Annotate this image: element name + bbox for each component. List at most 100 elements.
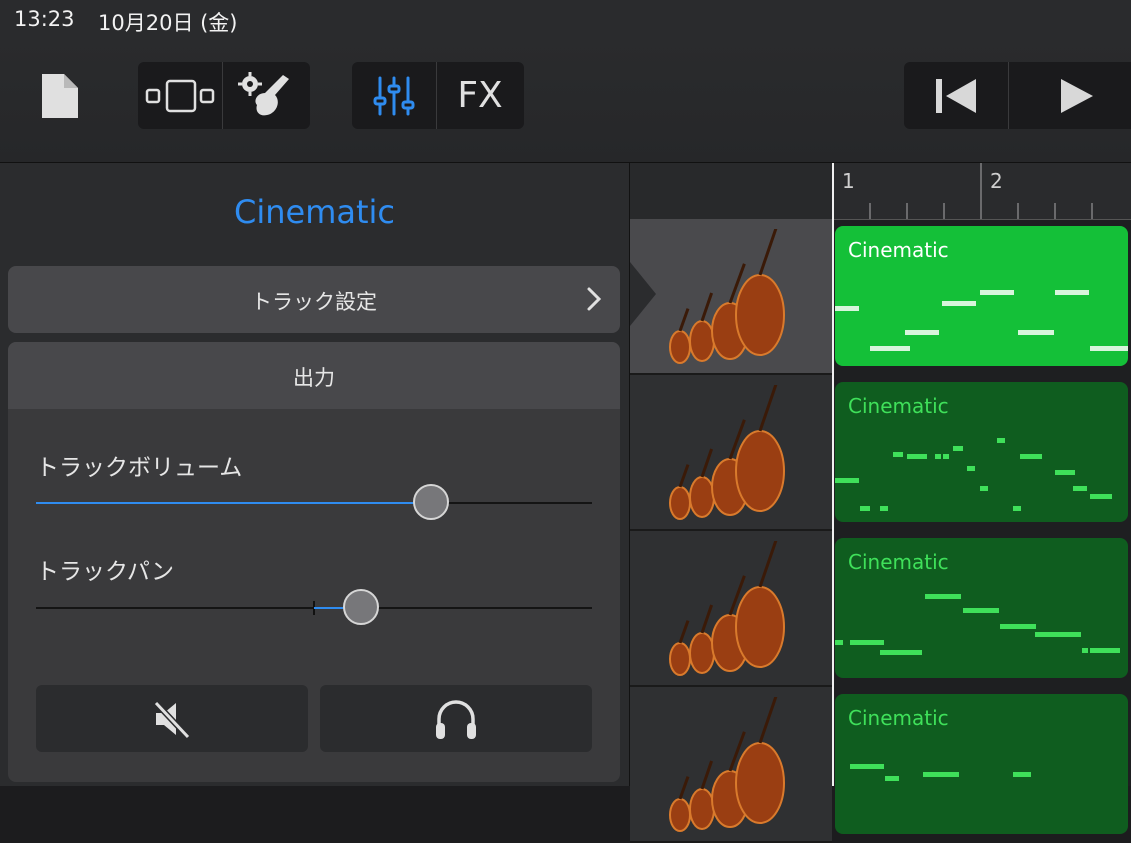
midi-note	[850, 764, 884, 769]
region-2[interactable]: Cinematic	[835, 382, 1128, 522]
status-bar: 13:23 10月20日 (金)	[0, 0, 1131, 40]
track-headers	[630, 163, 832, 843]
strings-instrument-icon	[669, 541, 785, 676]
ruler-bar-line	[980, 163, 982, 219]
ruler-tick	[1017, 203, 1019, 219]
track-header-3[interactable]	[630, 531, 832, 687]
midi-note	[1055, 470, 1075, 475]
midi-note	[1013, 772, 1031, 777]
ruler-bar-2: 2	[990, 169, 1003, 193]
region-4[interactable]: Cinematic	[835, 694, 1128, 834]
midi-note	[850, 640, 884, 645]
chevron-right-icon	[587, 287, 602, 311]
midi-note	[1090, 494, 1112, 499]
midi-note	[880, 650, 922, 655]
fx-button[interactable]: FX	[437, 62, 523, 129]
midi-note	[885, 776, 899, 781]
play-icon	[1060, 78, 1093, 113]
midi-note	[923, 772, 959, 777]
track-view-button[interactable]	[138, 62, 222, 129]
ruler-tick	[906, 203, 908, 219]
ruler-tick	[1091, 203, 1093, 219]
pan-slider-knob[interactable]	[343, 589, 380, 625]
panel-title: Cinematic	[233, 193, 395, 231]
toolbar: FX	[0, 40, 1131, 163]
midi-note	[1073, 486, 1087, 491]
midi-note	[943, 454, 949, 459]
region-name: Cinematic	[848, 550, 949, 574]
midi-note	[880, 506, 888, 511]
region-3[interactable]: Cinematic	[835, 538, 1128, 678]
midi-note	[967, 466, 975, 471]
timeline-ruler[interactable]: 1 2	[832, 163, 1131, 220]
view-group	[138, 62, 310, 129]
midi-note	[893, 452, 903, 457]
midi-note	[925, 594, 961, 599]
midi-note	[1020, 454, 1042, 459]
output-label: 出力	[293, 366, 335, 390]
midi-note	[1018, 330, 1054, 335]
ruler-tick	[943, 203, 945, 219]
midi-note	[1000, 624, 1036, 629]
status-time: 13:23	[14, 7, 75, 31]
midi-note	[1090, 346, 1128, 351]
midi-note	[935, 454, 941, 459]
midi-note	[835, 306, 859, 311]
midi-note	[997, 438, 1005, 443]
mixer-button[interactable]	[352, 62, 436, 129]
midi-note	[1082, 648, 1088, 653]
region-name: Cinematic	[848, 394, 949, 418]
mute-button[interactable]	[36, 685, 308, 752]
midi-note	[1055, 290, 1089, 295]
midi-note	[942, 301, 976, 306]
pan-slider[interactable]	[36, 589, 592, 625]
midi-note	[907, 454, 927, 459]
track-header-1[interactable]	[630, 219, 832, 375]
headphones-icon	[436, 699, 476, 739]
track-header-4[interactable]	[630, 687, 832, 843]
midi-note	[835, 640, 843, 645]
transport-group	[904, 62, 1131, 129]
midi-note	[963, 608, 999, 613]
track-inspector-panel: Cinematic トラック設定 出力 トラックボリューム トラックパン	[0, 163, 630, 786]
strings-instrument-icon	[669, 229, 785, 364]
midi-note	[1013, 506, 1021, 511]
midi-note	[980, 290, 1014, 295]
solo-button[interactable]	[320, 685, 592, 752]
midi-note	[860, 506, 870, 511]
strings-instrument-icon	[669, 697, 785, 832]
output-header: 出力	[8, 342, 620, 409]
volume-slider[interactable]	[36, 484, 592, 520]
ruler-bar-1: 1	[842, 169, 855, 193]
instrument-settings-button[interactable]	[223, 62, 309, 129]
playhead[interactable]	[832, 163, 834, 786]
go-to-start-button[interactable]	[904, 62, 1008, 129]
speaker-mute-icon	[153, 700, 191, 739]
midi-note	[953, 446, 963, 451]
track-header-2[interactable]	[630, 375, 832, 531]
mixer-icon	[373, 76, 415, 115]
track-settings-button[interactable]: トラック設定	[8, 266, 620, 333]
region-1[interactable]: Cinematic	[835, 226, 1128, 366]
region-name: Cinematic	[848, 706, 949, 730]
output-section: 出力 トラックボリューム トラックパン	[8, 342, 620, 782]
play-button[interactable]	[1009, 62, 1131, 129]
status-date: 10月20日 (金)	[98, 11, 238, 35]
ruler-tick	[1054, 203, 1056, 219]
document-icon[interactable]	[40, 72, 80, 124]
pan-label: トラックパン	[36, 559, 174, 585]
midi-note	[870, 346, 910, 351]
go-to-start-icon	[936, 78, 976, 113]
strings-instrument-icon	[669, 385, 785, 520]
volume-slider-knob[interactable]	[412, 484, 449, 520]
volume-slider-fill	[36, 502, 431, 504]
tracks-area: Cinematic Cinematic Cinematic Cinematic	[832, 220, 1131, 834]
mixer-fx-group: FX	[352, 62, 524, 129]
midi-note	[980, 486, 988, 491]
panel-pointer	[630, 262, 656, 326]
midi-note	[835, 478, 859, 483]
track-settings-label: トラック設定	[251, 290, 377, 314]
ruler-tick	[869, 203, 871, 219]
track-view-icon	[145, 79, 215, 112]
instrument-settings-icon	[238, 71, 289, 115]
